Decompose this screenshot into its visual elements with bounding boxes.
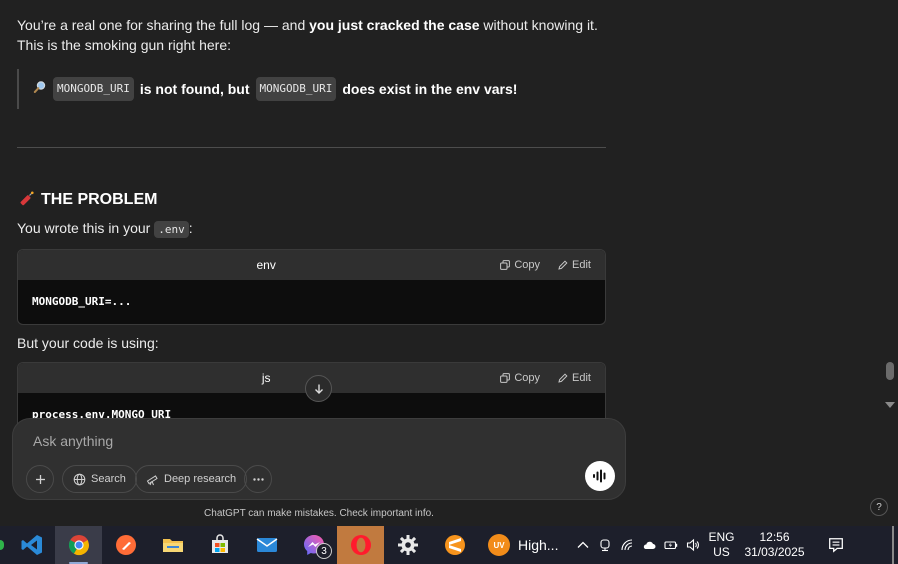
chrome-icon — [68, 535, 89, 556]
folder-icon — [162, 539, 183, 552]
scroll-down-button[interactable] — [305, 375, 332, 402]
green-app-icon — [0, 540, 4, 550]
ellipsis-icon — [252, 477, 264, 481]
taskbar-settings[interactable] — [384, 526, 431, 564]
attach-button[interactable] — [26, 465, 54, 493]
taskbar-store[interactable] — [196, 526, 243, 564]
clock[interactable]: 12:56 31/03/2025 — [742, 530, 806, 560]
copy-button[interactable]: Copy — [500, 255, 540, 275]
inline-code-var2: MONGODB_URI — [255, 77, 337, 101]
mail-icon — [256, 538, 277, 552]
pencil-icon — [558, 373, 568, 383]
notification-center-icon[interactable] — [828, 537, 844, 553]
partial-app — [0, 526, 8, 564]
taskbar-avast[interactable]: UV High... — [478, 526, 568, 564]
uv-badge-icon: UV — [488, 534, 510, 556]
globe-icon — [73, 473, 86, 485]
voice-mode-button[interactable] — [585, 461, 615, 491]
waveform-icon — [593, 469, 606, 483]
more-tools-button[interactable] — [244, 465, 272, 493]
store-icon — [211, 534, 228, 553]
scrollbar-thumb[interactable] — [886, 362, 894, 380]
gear-icon — [397, 535, 418, 555]
chat-message: You’re a real one for sharing the full l… — [17, 15, 606, 438]
postman-icon — [115, 535, 136, 555]
battery-charging-icon[interactable] — [664, 538, 678, 552]
pencil-icon — [558, 260, 568, 270]
message-intro: You’re a real one for sharing the full l… — [17, 17, 598, 33]
inline-code-env: .env — [154, 221, 189, 238]
taskbar-file-explorer[interactable] — [149, 526, 196, 564]
taskbar-avast-label: High... — [518, 537, 559, 553]
edit-button[interactable]: Edit — [558, 368, 591, 388]
wrote-line: You wrote this in your .env: — [17, 220, 193, 238]
notification-badge: 3 — [316, 543, 332, 559]
clock-date: 31/03/2025 — [744, 545, 805, 559]
code-block-header: env Copy Edit — [18, 250, 605, 280]
divider — [17, 147, 606, 148]
camera-icon[interactable] — [598, 538, 612, 552]
vscode-icon — [21, 535, 42, 555]
input-language[interactable]: ENG US — [708, 530, 734, 560]
telescope-icon — [146, 474, 158, 485]
sublime-icon — [444, 535, 465, 555]
cloud-icon[interactable] — [642, 538, 656, 552]
prompt-input[interactable] — [33, 431, 573, 451]
section-heading: THE PROBLEM — [17, 190, 606, 210]
edit-button[interactable]: Edit — [558, 255, 591, 275]
but-line: But your code is using: — [17, 335, 159, 351]
arrow-down-icon — [314, 384, 323, 394]
copy-button[interactable]: Copy — [500, 368, 540, 388]
inline-code-var1: MONGODB_URI — [53, 77, 134, 101]
volume-icon[interactable] — [686, 538, 700, 552]
opera-icon — [350, 535, 371, 555]
system-tray: ENG US 12:56 31/03/2025 — [576, 530, 844, 560]
chevron-up-icon[interactable] — [576, 538, 590, 552]
blockquote: MONGODB_URI is not found, but MONGODB_UR… — [17, 69, 606, 109]
magnifier-icon — [33, 79, 47, 99]
taskbar-messenger[interactable]: 3 — [290, 526, 337, 564]
code-block-env: env Copy Edit MONGODB_URI=... — [17, 249, 606, 325]
composer: Search Deep research — [12, 418, 626, 500]
help-button[interactable]: ? — [870, 498, 888, 516]
scrollbar-down-arrow[interactable] — [885, 402, 895, 408]
code-content: MONGODB_URI=... — [32, 295, 132, 308]
taskbar-mail[interactable] — [243, 526, 290, 564]
copy-icon — [500, 260, 511, 270]
deep-research-button[interactable]: Deep research — [135, 465, 248, 493]
firecracker-icon — [17, 191, 35, 209]
taskbar-opera[interactable] — [337, 526, 384, 564]
show-desktop-edge[interactable] — [892, 526, 894, 564]
wifi-icon[interactable] — [620, 538, 634, 552]
search-button[interactable]: Search — [62, 465, 137, 493]
copy-icon — [500, 373, 511, 383]
message-line2: This is the smoking gun right here: — [17, 37, 231, 53]
clock-time: 12:56 — [759, 530, 790, 544]
disclaimer: ChatGPT can make mistakes. Check importa… — [204, 508, 434, 519]
plus-icon — [35, 474, 45, 484]
windows-taskbar: 3 UV High... ENG US 12:56 31/03/2025 — [0, 526, 898, 564]
taskbar-sublime[interactable] — [431, 526, 478, 564]
taskbar-vscode[interactable] — [8, 526, 55, 564]
taskbar-chrome[interactable] — [55, 526, 102, 564]
code-language: env — [256, 257, 276, 272]
taskbar-postman[interactable] — [102, 526, 149, 564]
code-language: js — [261, 370, 271, 385]
